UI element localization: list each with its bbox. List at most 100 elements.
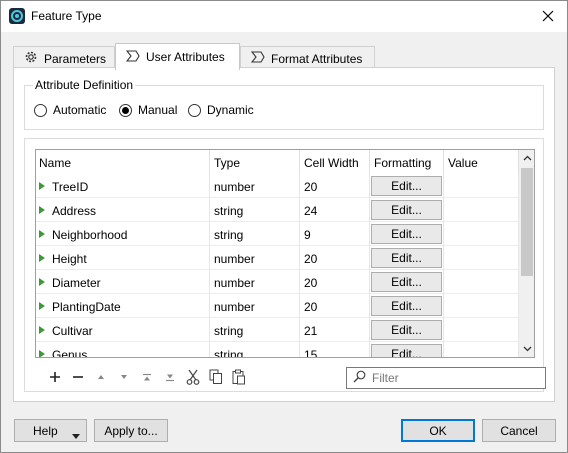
cell-width[interactable]: 20 bbox=[300, 246, 370, 270]
edit-formatting-button[interactable]: Edit... bbox=[371, 200, 442, 220]
apply-to-button[interactable]: Apply to... bbox=[94, 419, 168, 442]
cell-value[interactable] bbox=[444, 246, 519, 270]
cell-type[interactable]: string bbox=[210, 198, 300, 222]
edit-formatting-button[interactable]: Edit... bbox=[371, 296, 442, 316]
close-icon[interactable] bbox=[537, 5, 559, 27]
cell-value[interactable] bbox=[444, 294, 519, 318]
expand-arrow-icon[interactable] bbox=[39, 230, 45, 238]
edit-formatting-button[interactable]: Edit... bbox=[371, 176, 442, 196]
expand-arrow-icon[interactable] bbox=[39, 206, 45, 214]
help-label: Help bbox=[33, 423, 58, 438]
scroll-down-icon[interactable] bbox=[519, 341, 534, 357]
column-header-type[interactable]: Type bbox=[210, 150, 300, 174]
vertical-scrollbar[interactable] bbox=[519, 150, 534, 357]
cancel-button[interactable]: Cancel bbox=[482, 419, 556, 442]
cell-name[interactable]: PlantingDate bbox=[36, 294, 210, 318]
cell-name[interactable]: Height bbox=[36, 246, 210, 270]
cell-value[interactable] bbox=[444, 222, 519, 246]
cell-width[interactable]: 20 bbox=[300, 174, 370, 198]
expand-arrow-icon[interactable] bbox=[39, 350, 45, 357]
help-button[interactable]: Help bbox=[14, 419, 87, 442]
table-row[interactable]: Neighborhood string 9 Edit... bbox=[36, 222, 519, 246]
cell-name[interactable]: Neighborhood bbox=[36, 222, 210, 246]
radio-indicator[interactable] bbox=[119, 103, 132, 117]
cell-width[interactable]: 24 bbox=[300, 198, 370, 222]
table-row[interactable]: Genus string 15 Edit... bbox=[36, 342, 519, 357]
column-header-cell-width[interactable]: Cell Width bbox=[300, 150, 370, 174]
tab-label: Parameters bbox=[44, 51, 107, 66]
remove-icon[interactable] bbox=[66, 367, 89, 387]
cell-width[interactable]: 21 bbox=[300, 318, 370, 342]
cell-width[interactable]: 20 bbox=[300, 270, 370, 294]
cell-type[interactable]: string bbox=[210, 318, 300, 342]
edit-formatting-button[interactable]: Edit... bbox=[371, 320, 442, 340]
table-row[interactable]: Height number 20 Edit... bbox=[36, 246, 519, 270]
edit-formatting-button[interactable]: Edit... bbox=[371, 344, 442, 357]
table-toolbar bbox=[43, 367, 250, 387]
move-bottom-icon[interactable] bbox=[158, 367, 181, 387]
paste-icon[interactable] bbox=[227, 367, 250, 387]
sigma-icon bbox=[125, 49, 140, 65]
column-header-formatting[interactable]: Formatting bbox=[370, 150, 444, 174]
cell-name[interactable]: Cultivar bbox=[36, 318, 210, 342]
cell-width[interactable]: 9 bbox=[300, 222, 370, 246]
attribute-name: TreeID bbox=[52, 180, 89, 194]
table-row[interactable]: TreeID number 20 Edit... bbox=[36, 174, 519, 198]
cell-width[interactable]: 20 bbox=[300, 294, 370, 318]
add-icon[interactable] bbox=[43, 367, 66, 387]
table-row[interactable]: Address string 24 Edit... bbox=[36, 198, 519, 222]
dropdown-arrow-icon[interactable] bbox=[72, 428, 80, 442]
radio-indicator[interactable] bbox=[34, 103, 47, 117]
cell-value[interactable] bbox=[444, 198, 519, 222]
feature-type-dialog: Feature Type Parameters User Attributes … bbox=[0, 0, 568, 453]
column-header-value[interactable]: Value bbox=[444, 150, 519, 174]
edit-formatting-button[interactable]: Edit... bbox=[371, 248, 442, 268]
expand-arrow-icon[interactable] bbox=[39, 302, 45, 310]
cell-type[interactable]: number bbox=[210, 270, 300, 294]
ok-button[interactable]: OK bbox=[401, 419, 475, 442]
tab-label: User Attributes bbox=[146, 50, 225, 64]
expand-arrow-icon[interactable] bbox=[39, 254, 45, 262]
edit-formatting-button[interactable]: Edit... bbox=[371, 272, 442, 292]
title-bar: Feature Type bbox=[1, 1, 567, 32]
attribute-name: PlantingDate bbox=[52, 300, 121, 314]
copy-icon[interactable] bbox=[204, 367, 227, 387]
radio-manual[interactable]: Manual bbox=[119, 103, 177, 117]
cell-name[interactable]: TreeID bbox=[36, 174, 210, 198]
cut-icon[interactable] bbox=[181, 367, 204, 387]
radio-dynamic[interactable]: Dynamic bbox=[188, 103, 254, 117]
scroll-up-icon[interactable] bbox=[519, 150, 534, 166]
radio-indicator[interactable] bbox=[188, 103, 201, 117]
filter-field[interactable]: Filter bbox=[346, 367, 546, 389]
tab-label: Format Attributes bbox=[271, 51, 363, 66]
cell-type[interactable]: number bbox=[210, 294, 300, 318]
move-up-icon[interactable] bbox=[89, 367, 112, 387]
move-top-icon[interactable] bbox=[135, 367, 158, 387]
cell-name[interactable]: Genus bbox=[36, 342, 210, 357]
cell-value[interactable] bbox=[444, 174, 519, 198]
table-row[interactable]: Cultivar string 21 Edit... bbox=[36, 318, 519, 342]
cell-type[interactable]: string bbox=[210, 222, 300, 246]
window-title: Feature Type bbox=[31, 9, 102, 23]
expand-arrow-icon[interactable] bbox=[39, 326, 45, 334]
tab-user-attributes[interactable]: User Attributes bbox=[115, 43, 240, 70]
table-row[interactable]: PlantingDate number 20 Edit... bbox=[36, 294, 519, 318]
radio-label: Manual bbox=[138, 103, 178, 117]
column-header-name[interactable]: Name bbox=[36, 150, 210, 174]
scrollbar-thumb[interactable] bbox=[521, 168, 533, 276]
move-down-icon[interactable] bbox=[112, 367, 135, 387]
expand-arrow-icon[interactable] bbox=[39, 182, 45, 190]
cell-value[interactable] bbox=[444, 342, 519, 357]
expand-arrow-icon[interactable] bbox=[39, 278, 45, 286]
cell-value[interactable] bbox=[444, 270, 519, 294]
cell-type[interactable]: number bbox=[210, 246, 300, 270]
cell-value[interactable] bbox=[444, 318, 519, 342]
cell-width[interactable]: 15 bbox=[300, 342, 370, 357]
edit-formatting-button[interactable]: Edit... bbox=[371, 224, 442, 244]
cell-type[interactable]: number bbox=[210, 174, 300, 198]
radio-automatic[interactable]: Automatic bbox=[34, 103, 106, 117]
cell-name[interactable]: Diameter bbox=[36, 270, 210, 294]
cell-name[interactable]: Address bbox=[36, 198, 210, 222]
table-row[interactable]: Diameter number 20 Edit... bbox=[36, 270, 519, 294]
cell-type[interactable]: string bbox=[210, 342, 300, 357]
